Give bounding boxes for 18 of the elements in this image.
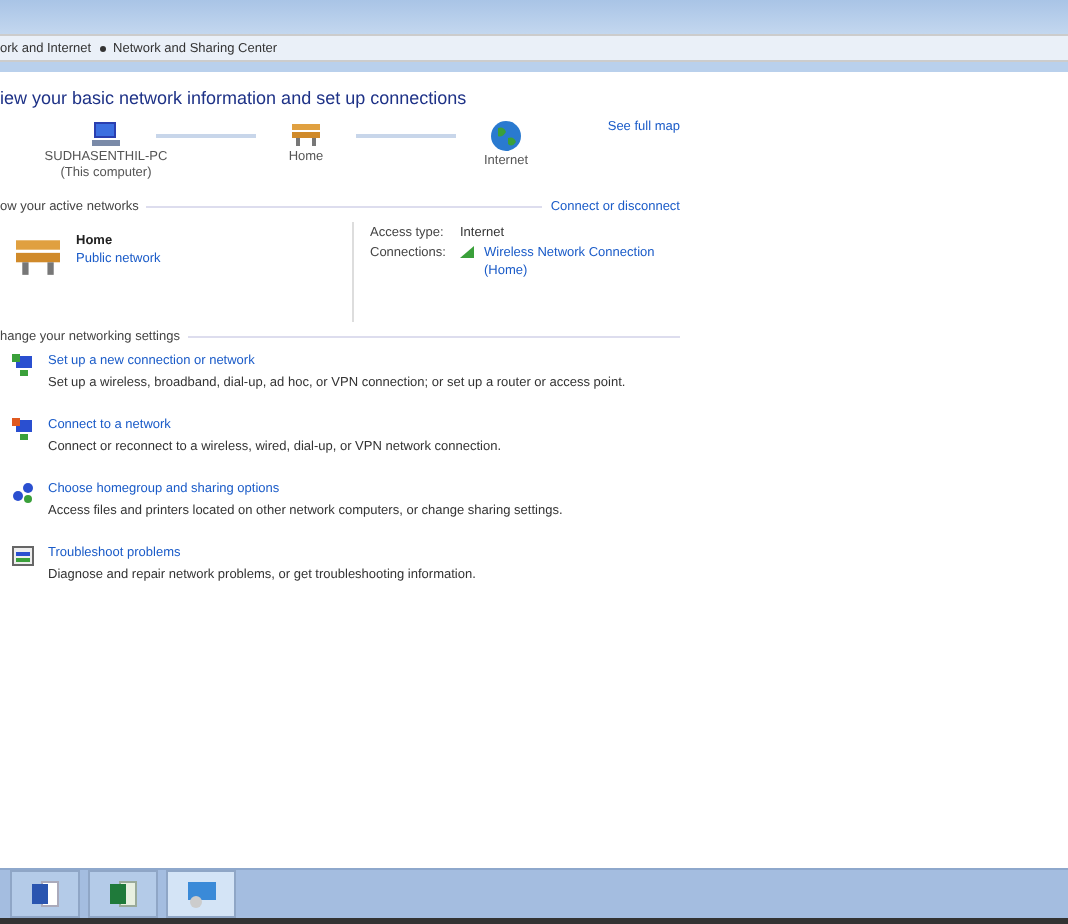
taskbar-button[interactable] <box>10 870 80 918</box>
document-w-icon <box>31 880 59 908</box>
connector-line <box>356 134 456 138</box>
globe-icon <box>490 120 522 152</box>
connector-line <box>156 134 256 138</box>
bench-icon <box>12 234 64 278</box>
troubleshoot-icon <box>12 546 34 566</box>
breadcrumb-separator-icon <box>99 45 106 51</box>
network-connect-icon <box>12 418 34 440</box>
bench-icon <box>290 120 322 148</box>
network-plus-icon <box>12 354 34 376</box>
taskbar-button[interactable] <box>88 870 158 918</box>
spreadsheet-x-icon <box>109 880 137 908</box>
network-monitor-icon <box>185 880 217 908</box>
signal-icon <box>460 246 474 258</box>
computer-icon <box>90 120 122 148</box>
page-heading: iew your basic network information and set up connections <box>0 88 469 108</box>
homegroup-icon <box>12 482 34 504</box>
